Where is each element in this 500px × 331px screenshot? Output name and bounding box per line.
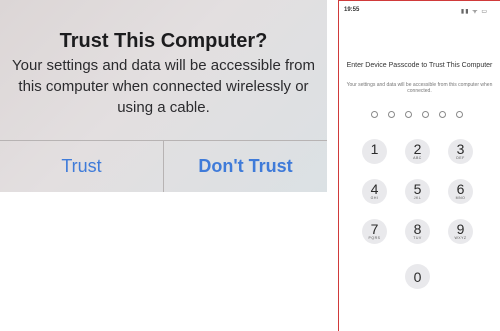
passcode-dot — [371, 111, 378, 118]
key-letters: DEF — [456, 156, 465, 160]
key-number: 2 — [413, 141, 422, 157]
passcode-dot — [422, 111, 429, 118]
keypad-key-1[interactable]: 1 — [362, 139, 387, 164]
trust-button[interactable]: Trust — [0, 141, 163, 192]
keypad-key-7[interactable]: 7 PQRS — [362, 219, 387, 244]
key-number: 3 — [456, 141, 465, 157]
key-number: 8 — [413, 221, 422, 237]
status-time: 19:55 — [344, 7, 360, 13]
dont-trust-button[interactable]: Don't Trust — [164, 141, 327, 192]
key-letters: GHI — [370, 196, 379, 200]
keypad-key-2[interactable]: 2 ABC — [405, 139, 430, 164]
alert-body: Trust This Computer? Your settings and d… — [0, 0, 327, 140]
keypad-key-6[interactable]: 6 MNO — [448, 179, 473, 204]
keypad-key-4[interactable]: 4 GHI — [362, 179, 387, 204]
key-letters: WXYZ — [454, 236, 467, 240]
passcode-dot — [405, 111, 412, 118]
key-number: 4 — [370, 181, 379, 197]
keypad-key-3[interactable]: 3 DEF — [448, 139, 473, 164]
passcode-dots — [371, 111, 463, 118]
key-number: 0 — [413, 269, 422, 285]
passcode-title: Enter Device Passcode to Trust This Comp… — [346, 62, 493, 69]
keypad-key-0[interactable]: 0 — [405, 264, 430, 289]
phone-passcode-screen: 19:55 ▮▮ ᯤ ▭ Enter Device Passcode to Tr… — [338, 0, 500, 331]
key-letters: MNO — [455, 196, 466, 200]
key-number: 9 — [456, 221, 465, 237]
key-letters: JKL — [413, 196, 422, 200]
key-number: 6 — [456, 181, 465, 197]
passcode-dot — [388, 111, 395, 118]
keypad-key-9[interactable]: 9 WXYZ — [448, 219, 473, 244]
key-number: 7 — [370, 221, 379, 237]
trust-alert-dialog: Trust This Computer? Your settings and d… — [0, 0, 327, 192]
passcode-message: Your settings and data will be accessibl… — [346, 82, 493, 94]
key-letters: PQRS — [368, 236, 381, 240]
passcode-dot — [439, 111, 446, 118]
status-bar-icons: ▮▮ ᯤ ▭ — [460, 9, 488, 15]
keypad-key-8[interactable]: 8 TUV — [405, 219, 430, 244]
key-number: 5 — [413, 181, 422, 197]
passcode-dot — [456, 111, 463, 118]
alert-message: Your settings and data will be accessibl… — [12, 57, 315, 116]
alert-title: Trust This Computer? — [59, 30, 268, 52]
key-letters: TUV — [413, 236, 422, 240]
key-number: 1 — [370, 141, 379, 157]
key-letters: ABC — [413, 156, 422, 160]
keypad-key-5[interactable]: 5 JKL — [405, 179, 430, 204]
